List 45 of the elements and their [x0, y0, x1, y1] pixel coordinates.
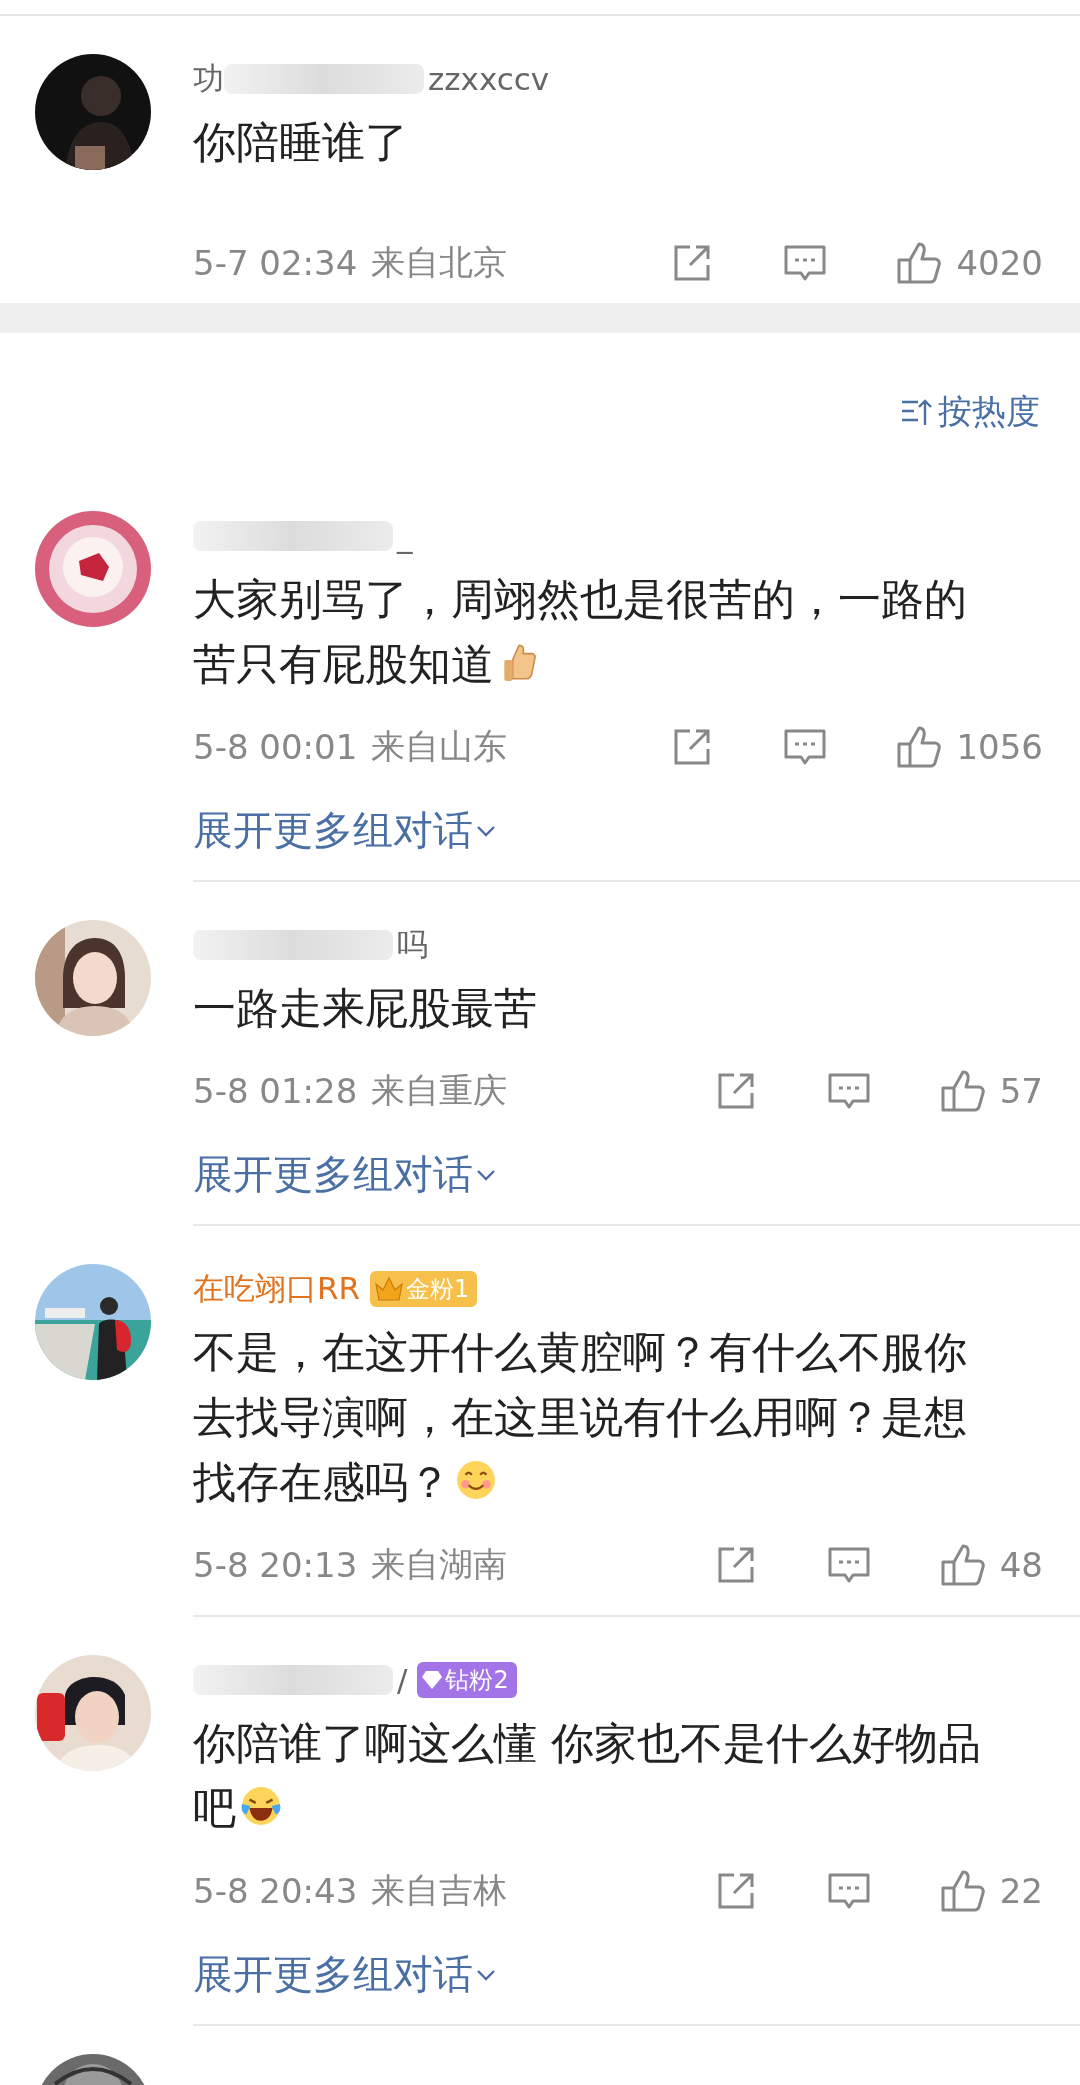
chevron-down-icon: [475, 823, 497, 838]
like-button[interactable]: 57: [939, 1068, 1043, 1114]
thumbs-up-icon: [939, 1542, 986, 1588]
chevron-down-icon: [475, 1167, 497, 1182]
comment-text: 你陪睡谁了: [193, 116, 409, 169]
comment-location: 来自山东: [371, 725, 508, 768]
username[interactable]: /: [397, 1662, 408, 1698]
comment-time: 5-8 20:13: [193, 1545, 358, 1585]
expand-replies-link[interactable]: 展开更多组对话: [193, 1947, 1043, 2002]
comment-time: 5-8 00:01: [193, 727, 358, 767]
sort-button[interactable]: 按热度: [900, 389, 1040, 435]
username[interactable]: _: [397, 518, 413, 554]
crown-icon: [374, 1276, 405, 1302]
expand-replies-link[interactable]: 展开更多组对话: [193, 1147, 1043, 1202]
comment-time: 5-8 20:43: [193, 1871, 358, 1911]
comment-text: 你陪谁了啊这么懂 你家也不是什么好物品吧: [193, 1717, 982, 1835]
comment-text: 大家别骂了，周翊然也是很苦的，一路的苦只有屁股知道: [193, 573, 968, 691]
comment-location: 来自北京: [371, 241, 508, 284]
diamond-icon: [421, 1670, 444, 1690]
thumbs-up-icon: [896, 724, 943, 770]
like-button[interactable]: 1056: [896, 724, 1043, 770]
comment-text: 不是，在这开什么黄腔啊？有什么不服你去找导演啊，在这里说有什么用啊？是想找存在感吗？: [193, 1326, 968, 1509]
username[interactable]: zzxxccv: [428, 61, 550, 97]
username[interactable]: 功: [193, 58, 224, 100]
like-button[interactable]: 4020: [896, 240, 1043, 286]
thumbs-up-icon: [939, 1068, 986, 1114]
username[interactable]: 在吃翊口RR: [193, 1268, 361, 1310]
thumbs-up-icon: [939, 1868, 986, 1914]
comment-text: 一路走来屁股最苦: [193, 982, 538, 1035]
comment-location: 来自湖南: [371, 1543, 508, 1586]
laughing-emoji-icon: [240, 1785, 282, 1827]
username[interactable]: 吗: [397, 924, 428, 966]
comment-location: 来自吉林: [371, 1869, 508, 1912]
thumbs-up-icon: [896, 240, 943, 286]
fan-badge: 金粉1: [370, 1271, 478, 1307]
comment-location: 来自重庆: [371, 1069, 508, 1112]
fan-badge: 钻粉2: [417, 1662, 517, 1698]
like-button[interactable]: 48: [939, 1542, 1043, 1588]
comment-time: 5-8 01:28: [193, 1071, 358, 1111]
like-button[interactable]: 22: [939, 1868, 1043, 1914]
sort-icon: [900, 397, 934, 427]
expand-replies-link[interactable]: 展开更多组对话: [193, 803, 1043, 858]
chevron-down-icon: [475, 1967, 497, 1982]
smile-emoji-icon: [455, 1459, 497, 1501]
comment-time: 5-7 02:34: [193, 243, 358, 283]
